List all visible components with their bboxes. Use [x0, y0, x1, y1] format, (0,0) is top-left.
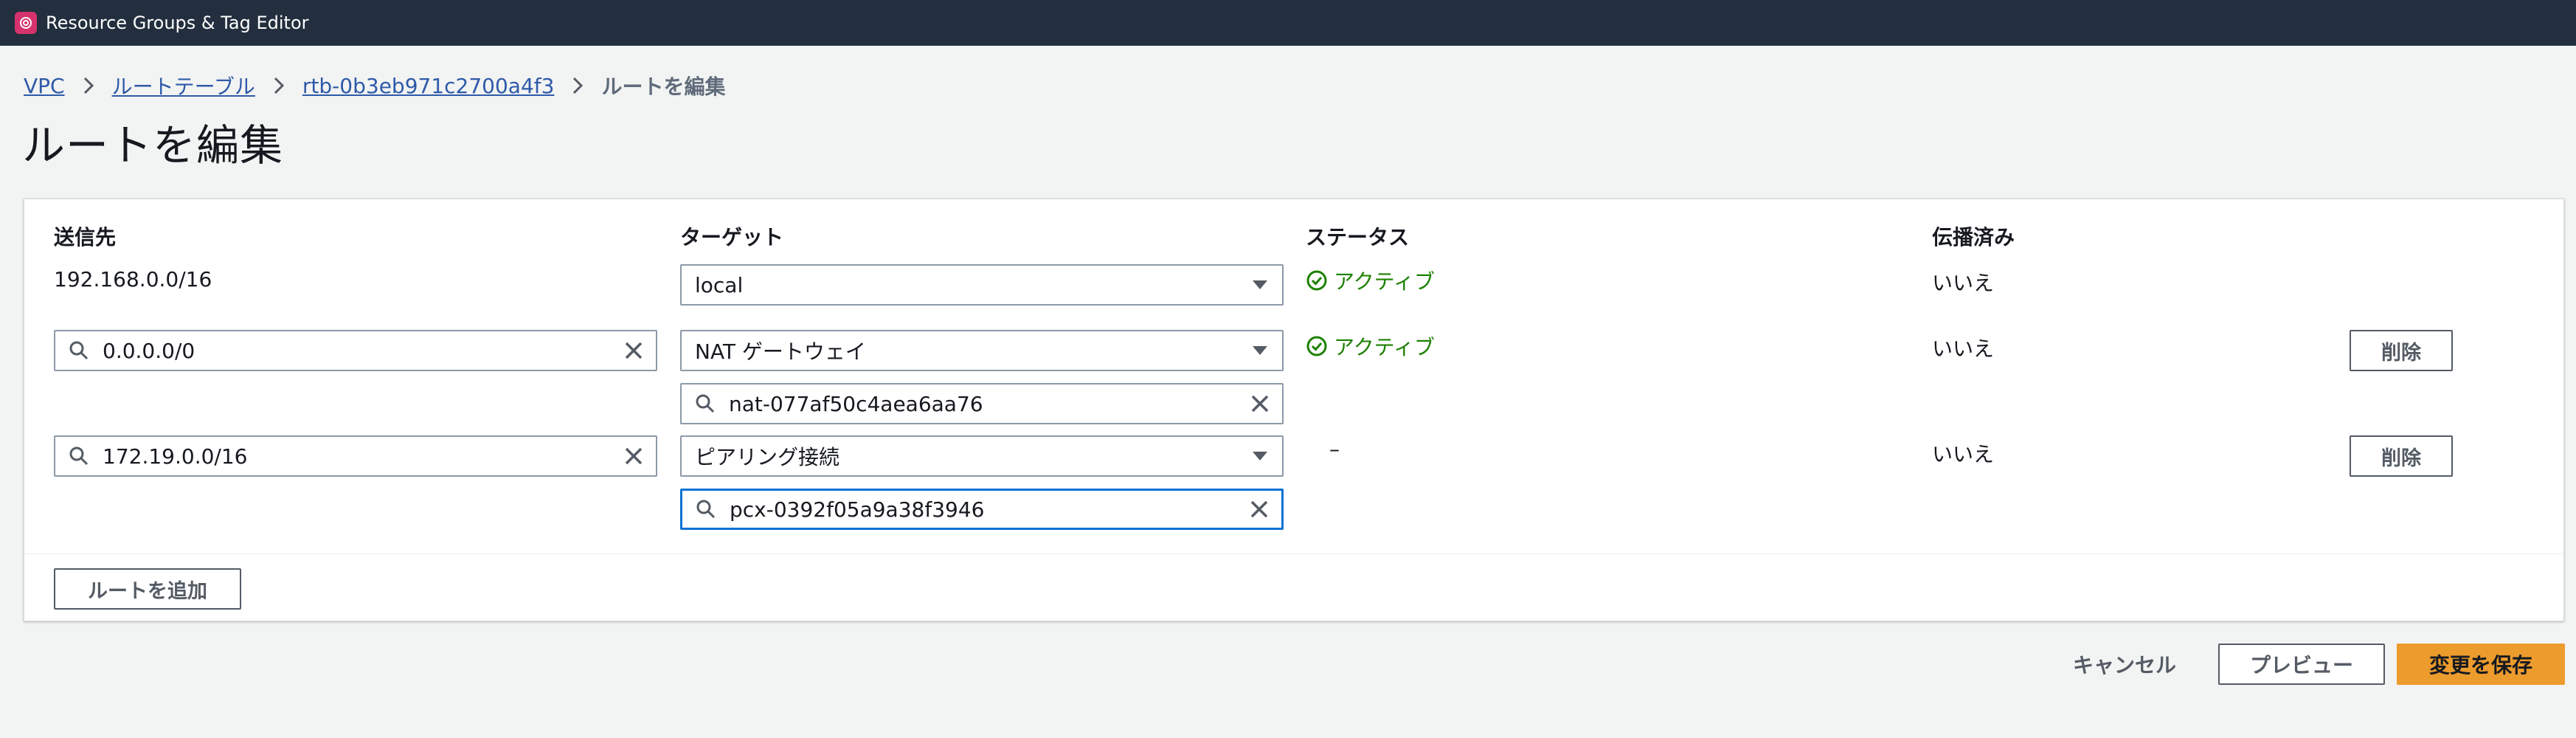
caret-down-icon: [1238, 279, 1282, 291]
breadcrumb: VPC ルートテーブル rtb-0b3eb971c2700a4f3 ルートを編集: [24, 71, 725, 100]
breadcrumb-current: ルートを編集: [601, 75, 726, 99]
add-route-button[interactable]: ルートを追加: [54, 568, 241, 610]
status-text: アクティブ: [1334, 269, 1435, 294]
target-id-value: pcx-0392f05a9a38f3946: [730, 497, 985, 522]
destination-value: 172.19.0.0/16: [103, 444, 248, 469]
remove-route-button[interactable]: 削除: [2350, 330, 2453, 371]
chevron-right-icon: [273, 76, 285, 95]
preview-button[interactable]: プレビュー: [2218, 644, 2385, 685]
breadcrumb-vpc[interactable]: VPC: [24, 74, 65, 98]
target-type-select[interactable]: local: [680, 264, 1284, 306]
save-changes-button[interactable]: 変更を保存: [2397, 644, 2565, 685]
resource-groups-icon[interactable]: [15, 12, 37, 34]
target-type-select[interactable]: NAT ゲートウェイ: [680, 330, 1284, 371]
propagated-value: いいえ: [1932, 337, 1995, 361]
target-id-input[interactable]: nat-077af50c4aea6aa76: [680, 383, 1284, 424]
header-target: ターゲット: [680, 225, 784, 249]
cancel-button[interactable]: キャンセル: [2051, 644, 2198, 685]
top-bar: Resource Groups & Tag Editor: [0, 0, 2576, 46]
app-title[interactable]: Resource Groups & Tag Editor: [46, 13, 309, 33]
route-destination: 192.168.0.0/16: [54, 267, 212, 292]
propagated-value: いいえ: [1932, 442, 1995, 466]
search-icon: [55, 446, 103, 466]
check-circle-icon: [1306, 270, 1327, 291]
clear-icon[interactable]: [612, 341, 656, 360]
target-type-value: NAT ゲートウェイ: [695, 339, 866, 364]
header-destination: 送信先: [54, 225, 117, 249]
search-icon: [682, 393, 729, 414]
page-title: ルートを編集: [22, 120, 284, 170]
chevron-right-icon: [572, 76, 584, 95]
check-circle-icon: [1306, 336, 1327, 356]
search-icon: [55, 340, 103, 361]
remove-route-button[interactable]: 削除: [2350, 435, 2453, 477]
status-badge: アクティブ: [1306, 266, 1435, 295]
target-type-value: ピアリング接続: [695, 445, 840, 469]
target-id-value: nat-077af50c4aea6aa76: [729, 391, 983, 416]
destination-input[interactable]: 0.0.0.0/0: [54, 330, 657, 371]
breadcrumb-route-tables[interactable]: ルートテーブル: [112, 71, 255, 100]
destination-value: 0.0.0.0/0: [103, 338, 195, 363]
propagated-value: いいえ: [1932, 271, 1995, 295]
target-type-value: local: [695, 272, 744, 297]
chevron-right-icon: [83, 76, 94, 95]
destination-input[interactable]: 172.19.0.0/16: [54, 435, 657, 477]
header-status: ステータス: [1306, 225, 1410, 249]
search-icon: [682, 499, 730, 520]
target-id-input[interactable]: pcx-0392f05a9a38f3946: [680, 489, 1284, 530]
clear-icon[interactable]: [1237, 500, 1281, 519]
clear-icon[interactable]: [1238, 394, 1282, 413]
status-badge: アクティブ: [1306, 331, 1435, 361]
breadcrumb-route-table-id[interactable]: rtb-0b3eb971c2700a4f3: [302, 74, 555, 98]
status-text: アクティブ: [1334, 335, 1435, 359]
status-text: –: [1329, 437, 1340, 461]
header-propagated: 伝播済み: [1932, 225, 2015, 249]
caret-down-icon: [1238, 345, 1282, 356]
target-type-select[interactable]: ピアリング接続: [680, 435, 1284, 477]
routes-panel: 送信先 ターゲット ステータス 伝播済み 192.168.0.0/16 loca…: [24, 199, 2564, 621]
clear-icon[interactable]: [612, 446, 656, 466]
caret-down-icon: [1238, 450, 1282, 462]
